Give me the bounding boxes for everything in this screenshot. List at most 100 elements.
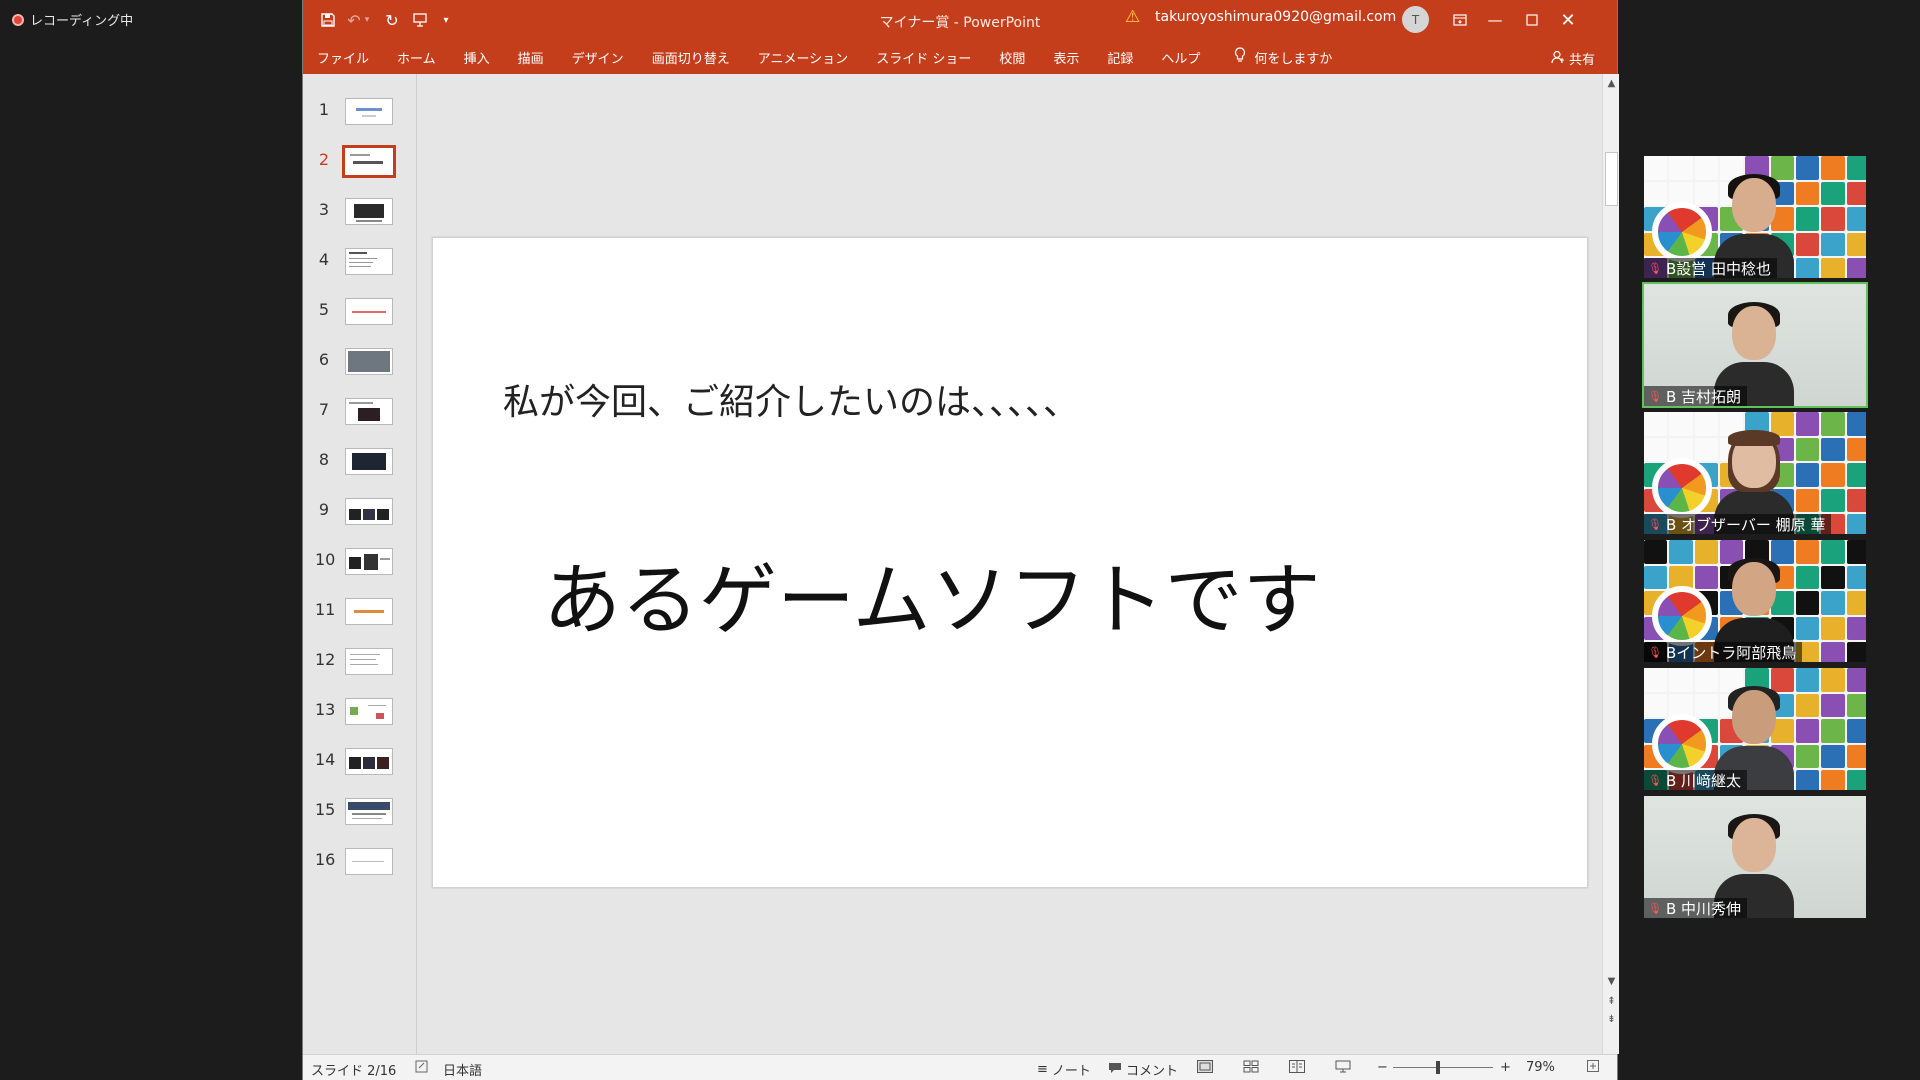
muted-mic-icon: 🎙	[1648, 517, 1662, 531]
poster-wheel-graphic	[1652, 202, 1712, 262]
slide-thumbnail-9[interactable]: 9	[303, 494, 417, 534]
slide-sorter-view-icon[interactable]	[1243, 1060, 1259, 1073]
participant-video-tile[interactable]: 🎙 B オブザーバー 棚原 華	[1642, 410, 1868, 536]
scroll-thumb[interactable]	[1605, 152, 1618, 206]
recording-label: レコーディング中	[30, 14, 134, 29]
avatar[interactable]: T	[1402, 6, 1429, 33]
slide-preview	[345, 98, 393, 125]
tab-record[interactable]: 記録	[1107, 48, 1133, 67]
slide-thumbnail-5[interactable]: 5	[303, 294, 417, 334]
slide-number: 16	[315, 850, 336, 869]
title-bar: ↶ ▾ ↻ ▾ マイナー賞 - PowerPoint ⚠ takuroyoshi…	[303, 0, 1617, 40]
slide-preview	[345, 348, 393, 375]
muted-mic-icon: 🎙	[1648, 901, 1662, 915]
scroll-down-icon[interactable]: ▼	[1603, 976, 1620, 987]
participant-video-tile[interactable]: 🎙 B 川﨑継太	[1642, 666, 1868, 792]
next-slide-icon[interactable]: ⇟	[1603, 1014, 1620, 1025]
zoom-slider[interactable]	[1393, 1067, 1493, 1068]
slide-canvas[interactable]: 私が今回、ご紹介したいのは、、、、、 あるゲームソフトです	[432, 237, 1588, 888]
tab-help[interactable]: ヘルプ	[1161, 48, 1200, 67]
poster-wheel-graphic	[1652, 714, 1712, 774]
warning-icon[interactable]: ⚠	[1125, 7, 1140, 27]
comments-button[interactable]: コメント	[1108, 1060, 1178, 1079]
slide-thumbnail-13[interactable]: 13	[303, 694, 417, 734]
participant-video-tile[interactable]: 🎙 B 吉村拓朗	[1642, 282, 1868, 408]
share-button[interactable]: 共有	[1551, 49, 1595, 68]
participant-name-bar: 🎙 B 吉村拓朗	[1644, 386, 1748, 406]
slide-thumbnail-12[interactable]: 12	[303, 644, 417, 684]
slide-number: 14	[315, 750, 336, 769]
fit-to-window-icon[interactable]	[1587, 1060, 1599, 1072]
slide-preview	[345, 448, 393, 475]
slide-thumbnail-6[interactable]: 6	[303, 344, 417, 384]
tell-me-search[interactable]: 何をしますか	[1234, 47, 1332, 67]
slide-preview	[345, 848, 393, 875]
status-bar: スライド 2/16 日本語 ≡ ノート コメント − + 79%	[303, 1054, 1617, 1080]
slide-thumbnail-4[interactable]: 4	[303, 244, 417, 284]
slide-thumbnail-11[interactable]: 11	[303, 594, 417, 634]
zoom-out-button[interactable]: −	[1377, 1060, 1388, 1075]
minimize-icon[interactable]: —	[1480, 6, 1510, 34]
previous-slide-icon[interactable]: ⇞	[1603, 996, 1620, 1007]
zoom-in-button[interactable]: +	[1500, 1060, 1511, 1075]
scroll-up-icon[interactable]: ▲	[1603, 78, 1620, 89]
slide-headline-text[interactable]: あるゲームソフトです	[543, 538, 1321, 650]
poster-wheel-graphic	[1652, 458, 1712, 518]
slide-preview	[345, 698, 393, 725]
slide-thumbnail-7[interactable]: 7	[303, 394, 417, 434]
participant-video-tile[interactable]: 🎙 B 中川秀伸	[1642, 794, 1868, 920]
slide-preview	[345, 198, 393, 225]
tab-review[interactable]: 校閲	[999, 48, 1025, 67]
slide-preview	[345, 648, 393, 675]
tab-transitions[interactable]: 画面切り替え	[652, 48, 730, 67]
maximize-icon[interactable]	[1517, 6, 1547, 34]
zoom-slider-thumb[interactable]	[1436, 1061, 1440, 1074]
slide-subtitle-text[interactable]: 私が今回、ご紹介したいのは、、、、、	[503, 373, 1079, 425]
close-icon[interactable]: ✕	[1553, 6, 1583, 34]
slide-thumbnail-panel[interactable]: 1 2 3 4 5 6 7 8 9 10 11 12 13 14 15 16	[303, 74, 417, 1054]
muted-mic-icon: 🎙	[1648, 645, 1662, 659]
slide-thumbnail-3[interactable]: 3	[303, 194, 417, 234]
participant-name-bar: 🎙 Bイントラ阿部飛鳥	[1644, 642, 1803, 662]
ribbon-display-icon[interactable]	[1445, 6, 1475, 34]
account-email[interactable]: takuroyoshimura0920@gmail.com	[1155, 9, 1396, 25]
slide-thumbnail-14[interactable]: 14	[303, 744, 417, 784]
participant-name: B設営 田中稔也	[1665, 259, 1772, 278]
tell-me-label: 何をしますか	[1254, 51, 1333, 67]
normal-view-icon[interactable]	[1197, 1060, 1213, 1073]
participant-video-tile[interactable]: 🎙 Bイントラ阿部飛鳥	[1642, 538, 1868, 664]
tab-home[interactable]: ホーム	[397, 48, 436, 67]
slide-thumbnail-2[interactable]: 2	[303, 144, 417, 184]
language-indicator[interactable]: 日本語	[443, 1060, 482, 1079]
share-label: 共有	[1568, 53, 1595, 68]
tab-animations[interactable]: アニメーション	[758, 48, 848, 67]
slide-number: 12	[315, 650, 336, 669]
tab-insert[interactable]: 挿入	[464, 48, 490, 67]
lightbulb-icon	[1234, 47, 1246, 67]
tab-view[interactable]: 表示	[1053, 48, 1079, 67]
slide-editing-area[interactable]: 私が今回、ご紹介したいのは、、、、、 あるゲームソフトです	[418, 74, 1602, 1054]
slide-number: 2	[318, 150, 330, 169]
reading-view-icon[interactable]	[1289, 1060, 1305, 1073]
participant-name-bar: 🎙 B 中川秀伸	[1644, 898, 1748, 918]
record-icon	[12, 13, 24, 26]
slide-thumbnail-1[interactable]: 1	[303, 94, 417, 134]
zoom-level[interactable]: 79%	[1526, 1060, 1555, 1075]
muted-mic-icon: 🎙	[1648, 389, 1662, 403]
slide-thumbnail-8[interactable]: 8	[303, 444, 417, 484]
notes-button[interactable]: ≡ ノート	[1037, 1060, 1091, 1079]
notes-icon: ≡	[1037, 1062, 1048, 1077]
slide-number: 8	[318, 450, 330, 469]
slide-thumbnail-10[interactable]: 10	[303, 544, 417, 584]
slide-thumbnail-15[interactable]: 15	[303, 794, 417, 834]
tab-design[interactable]: デザイン	[572, 48, 624, 67]
tab-slideshow[interactable]: スライド ショー	[876, 48, 971, 67]
slide-number: 3	[318, 200, 330, 219]
tab-file[interactable]: ファイル	[317, 48, 369, 67]
slideshow-view-icon[interactable]	[1335, 1060, 1351, 1073]
vertical-scrollbar[interactable]: ▲ ▼ ⇞ ⇟	[1602, 74, 1619, 1054]
participant-video-tile[interactable]: 🎙 B設営 田中稔也	[1642, 154, 1868, 280]
accessibility-icon[interactable]	[415, 1060, 428, 1073]
tab-draw[interactable]: 描画	[518, 48, 544, 67]
slide-thumbnail-16[interactable]: 16	[303, 844, 417, 884]
